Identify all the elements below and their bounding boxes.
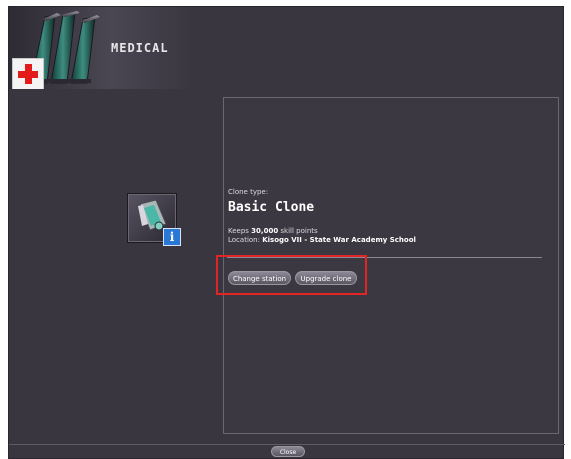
page-title: MEDICAL [111,41,169,55]
skill-points-value: 30,000 [251,227,279,235]
location-prefix: Location: [228,236,263,244]
highlight-box [216,255,367,295]
skill-points-line: Keeps 30,000 skill points [228,227,318,235]
keeps-prefix: Keeps [228,227,252,235]
footer-divider [9,444,565,445]
clone-name: Basic Clone [228,200,315,215]
header-banner: MEDICAL [9,7,194,89]
info-icon[interactable]: i [163,228,181,246]
medical-window: MEDICAL i Clone type: Basic Clone Keeps … [8,6,565,459]
clone-type-label: Clone type: [228,188,269,196]
close-button[interactable]: Close [271,446,305,457]
location-line: Location: Kisogo VII - State War Academy… [228,236,416,244]
location-value: Kisogo VII - State War Academy School [262,236,416,244]
medical-cross-icon [12,58,44,89]
keeps-suffix: skill points [278,227,318,235]
